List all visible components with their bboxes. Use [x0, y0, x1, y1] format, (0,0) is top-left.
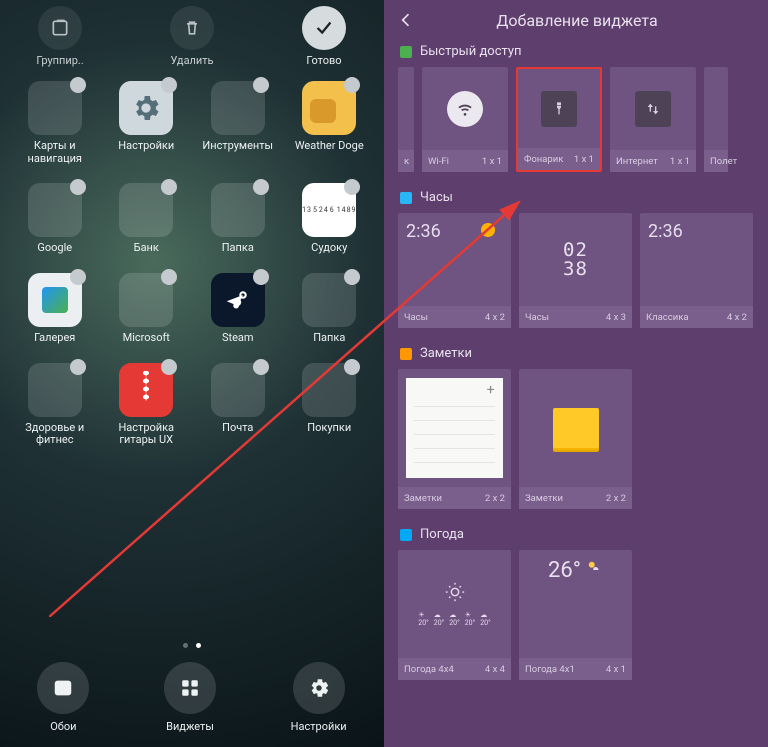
app-grid: Карты и навигация Настройки Инструменты … [0, 71, 384, 447]
note-stack-icon [553, 408, 599, 448]
square-icon [400, 46, 412, 58]
app-weather-doge[interactable]: Weather Doge [287, 81, 373, 165]
app-google[interactable]: Google [12, 183, 98, 255]
section-clock: Часы [384, 190, 768, 213]
widgets-button[interactable]: Виджеты [164, 662, 216, 733]
app-gallery[interactable]: Галерея [12, 273, 98, 345]
done-button[interactable]: Готово [284, 6, 364, 67]
group-button[interactable]: Группир.. [20, 6, 100, 67]
app-folder-1[interactable]: Папка [195, 183, 281, 255]
top-action-bar: Группир.. Удалить Готово [0, 0, 384, 71]
widget-note-2[interactable]: Заметки2 x 2 [519, 369, 632, 509]
delete-button[interactable]: Удалить [152, 6, 232, 67]
wallpaper-button[interactable]: Обои [37, 662, 89, 733]
widget-weather-1[interactable]: ☀20°☁20°☁20°☀20°☁20° Погода 4x44 x 4 [398, 550, 511, 680]
app-mail[interactable]: Почта [195, 363, 281, 447]
section-notes: Заметки [384, 346, 768, 369]
app-bank[interactable]: Банк [104, 183, 190, 255]
widget-internet[interactable]: Интернет1 x 1 [610, 67, 696, 172]
weather-widgets-row[interactable]: ☀20°☁20°☁20°☀20°☁20° Погода 4x44 x 4 26°… [384, 550, 768, 698]
page-indicator [0, 637, 384, 654]
widget-clock-2[interactable]: 02 38 Часы4 x 3 [519, 213, 632, 328]
widget-note-1[interactable]: Заметки2 x 2 [398, 369, 511, 509]
delete-label: Удалить [170, 54, 213, 67]
widget-weather-2[interactable]: 26° Погода 4x14 x 1 [519, 550, 632, 680]
app-steam[interactable]: Steam [195, 273, 281, 345]
square-icon [400, 348, 412, 360]
widget-clock-3[interactable]: 2:36 Классика4 x 2 [640, 213, 753, 328]
widget-wifi[interactable]: Wi-Fi1 x 1 [422, 67, 508, 172]
widget-flashlight[interactable]: Фонарик1 x 1 [516, 67, 602, 172]
app-health[interactable]: Здоровье и фитнес [12, 363, 98, 447]
app-tools[interactable]: Инструменты [195, 81, 281, 165]
clock-widgets-row[interactable]: 2:36 Часы4 x 2 02 38 Часы4 x 3 2:36 Клас… [384, 213, 768, 346]
app-shopping[interactable]: Покупки [287, 363, 373, 447]
app-folder-2[interactable]: Папка [287, 273, 373, 345]
app-settings[interactable]: Настройки [104, 81, 190, 165]
group-label: Группир.. [36, 54, 83, 67]
quick-widgets-row[interactable]: к Wi-Fi1 x 1 Фонарик1 x 1 Интернет1 x 1 … [384, 67, 768, 190]
widget-picker-screen: Добавление виджета Быстрый доступ к Wi-F… [384, 0, 768, 747]
app-guitar[interactable]: Настройка гитары UX [104, 363, 190, 447]
app-maps-nav[interactable]: Карты и навигация [12, 81, 98, 165]
home-edit-screen: Группир.. Удалить Готово Карты и навигац… [0, 0, 384, 747]
note-widgets-row[interactable]: Заметки2 x 2 Заметки2 x 2 [384, 369, 768, 527]
section-weather: Погода [384, 527, 768, 550]
square-icon [400, 529, 412, 541]
app-sudoku[interactable]: 1352461489Судоку [287, 183, 373, 255]
sun-icon [444, 581, 466, 603]
square-icon [400, 192, 412, 204]
widget-card-cut[interactable]: к [398, 67, 414, 172]
settings-button[interactable]: Настройки [291, 662, 347, 733]
sun-cloud-icon [585, 558, 603, 576]
page-title: Добавление виджета [398, 11, 756, 30]
app-microsoft[interactable]: Microsoft [104, 273, 190, 345]
done-label: Готово [306, 54, 341, 67]
widget-picker-header: Добавление виджета [384, 0, 768, 44]
bottom-toolbar: Обои Виджеты Настройки [0, 654, 384, 747]
section-quick-access: Быстрый доступ [384, 44, 768, 67]
sun-icon [481, 223, 495, 237]
widget-airplane-cut[interactable]: Полет [704, 67, 728, 172]
widget-clock-1[interactable]: 2:36 Часы4 x 2 [398, 213, 511, 328]
